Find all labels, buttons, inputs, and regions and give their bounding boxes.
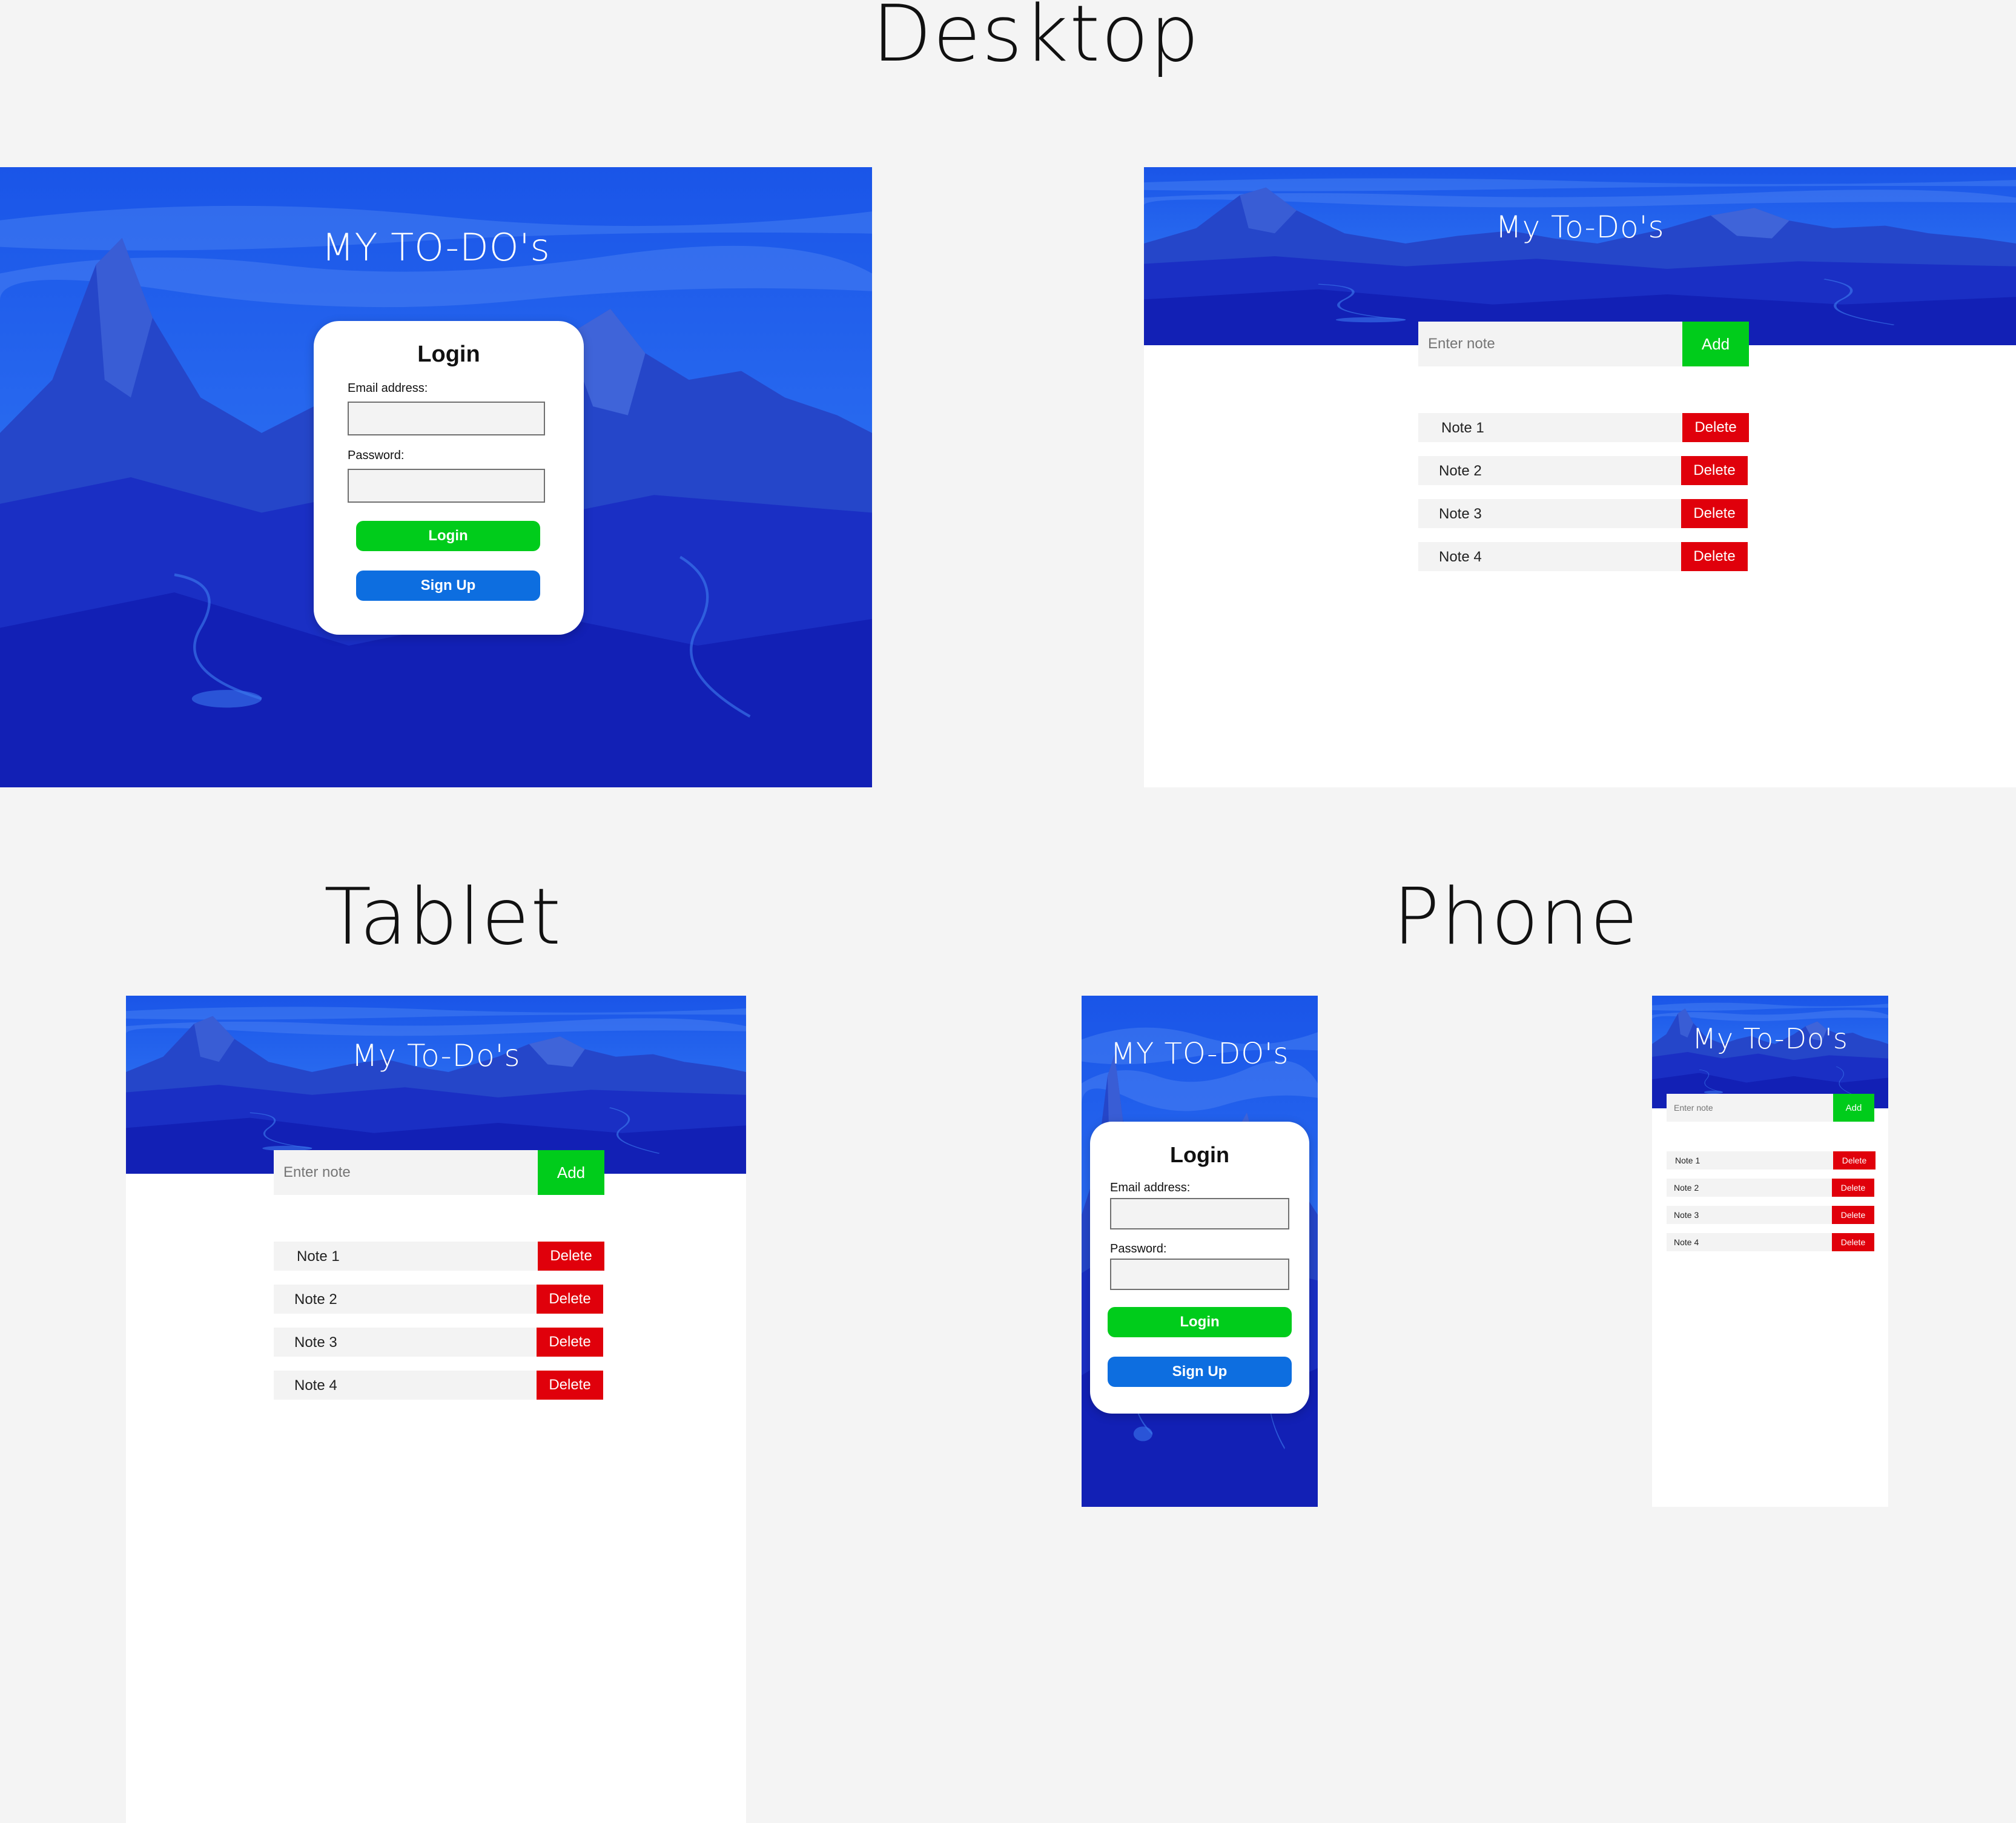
note-text: Note 2 <box>1439 463 1482 479</box>
login-button[interactable]: Login <box>1108 1307 1292 1337</box>
phone-login-frame: MY TO-DO's Login Email address: Password… <box>1082 996 1318 1507</box>
note-input[interactable] <box>1667 1094 1833 1122</box>
add-button[interactable]: Add <box>1682 322 1749 366</box>
note-row-2: Note 2 <box>1418 456 1681 485</box>
section-title-tablet: Tablet <box>324 872 563 962</box>
delete-button-3[interactable]: Delete <box>537 1328 603 1357</box>
note-row-3: Note 3 <box>1667 1206 1832 1224</box>
note-row-1: Note 1 <box>274 1242 538 1271</box>
mountain-header <box>126 996 746 1174</box>
note-row-4: Note 4 <box>1667 1233 1832 1251</box>
delete-button-4[interactable]: Delete <box>537 1371 603 1400</box>
delete-button-1[interactable]: Delete <box>1682 413 1749 442</box>
note-row-1: Note 1 <box>1667 1151 1833 1170</box>
login-button[interactable]: Login <box>356 521 540 551</box>
note-text: Note 1 <box>297 1248 340 1265</box>
delete-button-1[interactable]: Delete <box>538 1242 604 1271</box>
delete-button-4[interactable]: Delete <box>1832 1233 1874 1251</box>
desktop-login-frame: MY TO-DO's Login Email address: Password… <box>0 167 872 787</box>
note-row-1: Note 1 <box>1418 413 1682 442</box>
desktop-notes-frame: My To-Do's Add Note 1 Delete Note 2 Dele… <box>1144 167 2016 787</box>
note-input[interactable] <box>1418 322 1682 366</box>
app-title: MY TO-DO's <box>1110 1037 1289 1071</box>
email-label: Email address: <box>348 382 428 395</box>
password-label: Password: <box>348 449 405 462</box>
login-card-title: Login <box>417 342 480 367</box>
mountain-header <box>1144 167 2016 345</box>
login-card: Login Email address: Password: Login Sig… <box>314 321 584 635</box>
note-text: Note 4 <box>294 1377 337 1394</box>
note-text: Note 3 <box>1439 506 1482 522</box>
add-button[interactable]: Add <box>1833 1094 1874 1122</box>
phone-notes-frame: My To-Do's Add Note 1 Delete Note 2 Dele… <box>1652 996 1888 1507</box>
password-label: Password: <box>1110 1242 1167 1256</box>
note-row-4: Note 4 <box>274 1371 537 1400</box>
delete-button-2[interactable]: Delete <box>1832 1179 1874 1197</box>
email-field[interactable] <box>1110 1198 1289 1229</box>
note-row-3: Note 3 <box>1418 499 1681 528</box>
delete-button-3[interactable]: Delete <box>1681 499 1748 528</box>
password-field[interactable] <box>1110 1259 1289 1290</box>
delete-button-2[interactable]: Delete <box>537 1285 603 1314</box>
email-label: Email address: <box>1110 1181 1191 1194</box>
delete-button-3[interactable]: Delete <box>1832 1206 1874 1224</box>
note-text: Note 4 <box>1674 1237 1699 1247</box>
tablet-notes-frame: My To-Do's Add Note 1 Delete Note 2 Dele… <box>126 996 746 1823</box>
section-title-phone: Phone <box>1393 872 1639 962</box>
add-button[interactable]: Add <box>538 1150 604 1195</box>
password-field[interactable] <box>348 469 545 503</box>
note-text: Note 3 <box>294 1334 337 1351</box>
signup-button[interactable]: Sign Up <box>1108 1357 1292 1387</box>
note-row-4: Note 4 <box>1418 542 1681 571</box>
notes-app-title: My To-Do's <box>1495 210 1665 245</box>
note-text: Note 2 <box>1674 1183 1699 1193</box>
note-text: Note 1 <box>1441 420 1484 436</box>
signup-button[interactable]: Sign Up <box>356 571 540 601</box>
app-title: MY TO-DO's <box>322 225 550 270</box>
note-input[interactable] <box>274 1150 538 1195</box>
delete-button-2[interactable]: Delete <box>1681 456 1748 485</box>
login-card: Login Email address: Password: Login Sig… <box>1090 1122 1309 1414</box>
section-title-desktop: Desktop <box>872 0 1200 79</box>
email-field[interactable] <box>348 402 545 435</box>
notes-app-title: My To-Do's <box>1692 1022 1848 1055</box>
note-text: Note 4 <box>1439 549 1482 565</box>
delete-button-4[interactable]: Delete <box>1681 542 1748 571</box>
notes-app-title: My To-Do's <box>351 1038 521 1073</box>
delete-button-1[interactable]: Delete <box>1833 1151 1876 1170</box>
note-text: Note 1 <box>1675 1156 1700 1165</box>
login-card-title: Login <box>1170 1142 1229 1167</box>
note-row-3: Note 3 <box>274 1328 537 1357</box>
note-text: Note 3 <box>1674 1210 1699 1220</box>
note-row-2: Note 2 <box>274 1285 537 1314</box>
note-text: Note 2 <box>294 1291 337 1308</box>
note-row-2: Note 2 <box>1667 1179 1832 1197</box>
